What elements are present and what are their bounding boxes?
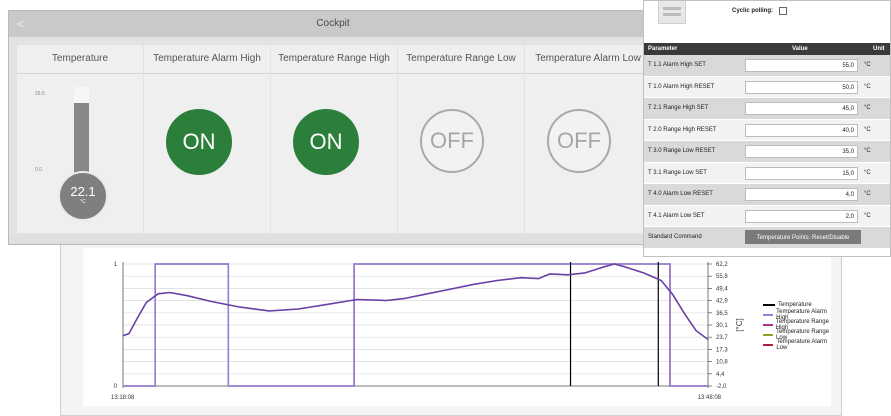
y-tick-label: 17,3 xyxy=(716,347,728,353)
parameter-row: T 1.0 Alarm High RESET 50,0 °C xyxy=(644,76,890,98)
y-tick-label: 4,4 xyxy=(716,372,725,378)
parameter-name: T 2.1 Range High SET xyxy=(648,105,709,111)
parameter-unit: °C xyxy=(864,105,871,111)
cyclic-polling: Cyclic polling: xyxy=(732,7,788,15)
parameter-value-input[interactable]: 4,0 xyxy=(745,188,858,201)
tile-label: Temperature Range High xyxy=(271,45,397,74)
y-tick-label: 42,9 xyxy=(716,299,728,305)
tile-temperature-alarm-low: Temperature Alarm Low OFF xyxy=(525,45,651,233)
parameter-unit: °C xyxy=(864,126,871,133)
tile-label: Temperature xyxy=(17,45,143,74)
parameter-unit: °C xyxy=(864,148,871,154)
status-indicator: ON xyxy=(293,109,359,175)
parameter-value-input[interactable]: 35,0 xyxy=(745,145,858,158)
header-value: Value xyxy=(792,46,808,52)
parameter-row: T 2.0 Range High RESET 40,0 °C xyxy=(644,119,890,141)
parameter-value-input[interactable]: 2,0 xyxy=(745,209,858,223)
legend-label: Temperature xyxy=(778,302,812,308)
y-tick-label: 10,8 xyxy=(716,360,728,366)
parameter-value-input[interactable]: 40,0 xyxy=(745,123,858,137)
x-tick-label: 13:48:08 xyxy=(698,395,722,401)
temperature-value: 22.1 xyxy=(70,184,96,199)
y-tick-label: 62,2 xyxy=(716,262,728,268)
tile-label: Temperature Range Low xyxy=(398,45,524,74)
status-indicator: ON xyxy=(166,109,232,175)
parameter-value-input[interactable]: 15,0 xyxy=(745,166,858,180)
parameter-row: T 2.1 Range High SET 45,0 °C xyxy=(644,98,890,120)
legend-swatch xyxy=(763,324,773,326)
back-arrow-icon[interactable]: < xyxy=(17,11,24,37)
tile-temperature-alarm-high: Temperature Alarm High ON xyxy=(144,45,270,233)
cockpit-window: < Cockpit Temperature 26.5 0.0 22.1 °C T… xyxy=(8,10,658,245)
parameter-name: T 1.1 Alarm High SET xyxy=(648,62,706,68)
parameter-row: T 4.1 Alarm Low SET 2,0 °C xyxy=(644,205,890,227)
parameter-name: T 3.1 Range Low SET xyxy=(648,169,707,176)
parameter-unit: °C xyxy=(864,83,871,90)
cyclic-polling-checkbox[interactable] xyxy=(779,7,788,15)
parameter-rows: T 1.1 Alarm High SET 55,0 °C T 1.0 Alarm Hi… xyxy=(644,55,890,249)
cockpit-title: Cockpit xyxy=(316,18,350,29)
status-indicator: OFF xyxy=(547,109,611,173)
parameter-panel: Cyclic polling: Parameter Value Unit T 1… xyxy=(643,0,891,257)
trend-chart-area: 62,2 55,8 49,4 42,9 36,5 30,1 23,7 17,3 10,8 4,4 -… xyxy=(83,248,831,406)
status-indicator: OFF xyxy=(420,109,484,173)
standard-command-label: Standard Command xyxy=(648,234,702,240)
y-tick-label: 36,5 xyxy=(716,311,728,317)
chart-legend: Temperature Temperature Alarm High Tempera… xyxy=(763,300,831,351)
thermometer-bulb: 22.1 °C xyxy=(58,171,108,221)
parameter-row: T 4.0 Alarm Low RESET 4,0 °C xyxy=(644,184,890,206)
reset-disable-button[interactable]: Temperature Points: Reset/Disable xyxy=(745,230,861,244)
parameter-name: T 4.1 Alarm Low SET xyxy=(648,212,705,219)
device-image xyxy=(658,1,686,24)
x-tick-label: 13:18:08 xyxy=(111,395,135,401)
tile-temperature: Temperature 26.5 0.0 22.1 °C xyxy=(17,45,143,233)
parameter-unit: °C xyxy=(864,191,871,197)
parameter-name: T 1.0 Alarm High RESET xyxy=(648,83,715,90)
y-tick-label: 49,4 xyxy=(716,286,728,292)
parameter-name: T 2.0 Range High RESET xyxy=(648,126,717,133)
parameter-name: T 3.0 Range Low RESET xyxy=(648,148,716,154)
tile-label: Temperature Alarm High xyxy=(144,45,270,74)
parameter-row: T 3.0 Range Low RESET 35,0 °C xyxy=(644,141,890,163)
parameter-value-input[interactable]: 50,0 xyxy=(745,80,858,94)
parameter-value-input[interactable]: 55,0 xyxy=(745,59,858,72)
parameter-row: T 3.1 Range Low SET 15,0 °C xyxy=(644,162,890,184)
legend-swatch xyxy=(763,304,775,306)
cockpit-footer xyxy=(9,234,657,244)
y-tick-label: 30,1 xyxy=(716,323,728,329)
left-tick-label: 1 xyxy=(114,262,118,268)
standard-command-row: Standard Command Temperature Points: Rese… xyxy=(644,227,890,249)
parameter-unit: °C xyxy=(864,212,871,219)
parameter-unit: °C xyxy=(864,62,871,68)
left-tick-label: 0 xyxy=(114,384,118,390)
parameter-name: T 4.0 Alarm Low RESET xyxy=(648,191,713,197)
thermometer-scale-bottom: 0.0 xyxy=(35,167,42,173)
parameter-value-input[interactable]: 45,0 xyxy=(745,102,858,115)
parameter-unit: °C xyxy=(864,169,871,176)
status-tiles: Temperature 26.5 0.0 22.1 °C Temperature… xyxy=(17,45,662,233)
tile-temperature-range-low: Temperature Range Low OFF xyxy=(398,45,524,233)
trend-chart-svg: 62,2 55,8 49,4 42,9 36,5 30,1 23,7 17,3 10,8 4,4 -… xyxy=(111,262,744,401)
thermometer-scale-top: 26.5 xyxy=(35,91,45,97)
legend-swatch xyxy=(763,334,774,336)
legend-swatch xyxy=(763,344,774,346)
temperature-curve xyxy=(122,263,709,341)
tile-label: Temperature Alarm Low xyxy=(525,45,651,74)
legend-label: Temperature Alarm Low xyxy=(776,339,828,351)
parameter-row: T 1.1 Alarm High SET 55,0 °C xyxy=(644,55,890,77)
y-tick-label: 55,8 xyxy=(716,274,728,280)
temperature-unit: °C xyxy=(80,199,86,205)
parameter-table-header: Parameter Value Unit xyxy=(644,43,890,55)
legend-entry: Temperature Alarm Low xyxy=(763,339,831,351)
legend-swatch xyxy=(763,314,774,316)
y-tick-label: 23,7 xyxy=(716,335,728,341)
tile-temperature-range-high: Temperature Range High ON xyxy=(271,45,397,233)
header-unit: Unit xyxy=(873,46,885,52)
cockpit-title-bar: < Cockpit xyxy=(9,11,657,37)
right-axis-label: [°C] xyxy=(735,318,744,331)
y-tick-label: -2,0 xyxy=(716,384,727,390)
header-parameter: Parameter xyxy=(648,46,678,52)
cyclic-polling-label: Cyclic polling: xyxy=(732,8,774,14)
trend-chart-panel: 62,2 55,8 49,4 42,9 36,5 30,1 23,7 17,3 10,8 4,4 -… xyxy=(60,240,842,416)
